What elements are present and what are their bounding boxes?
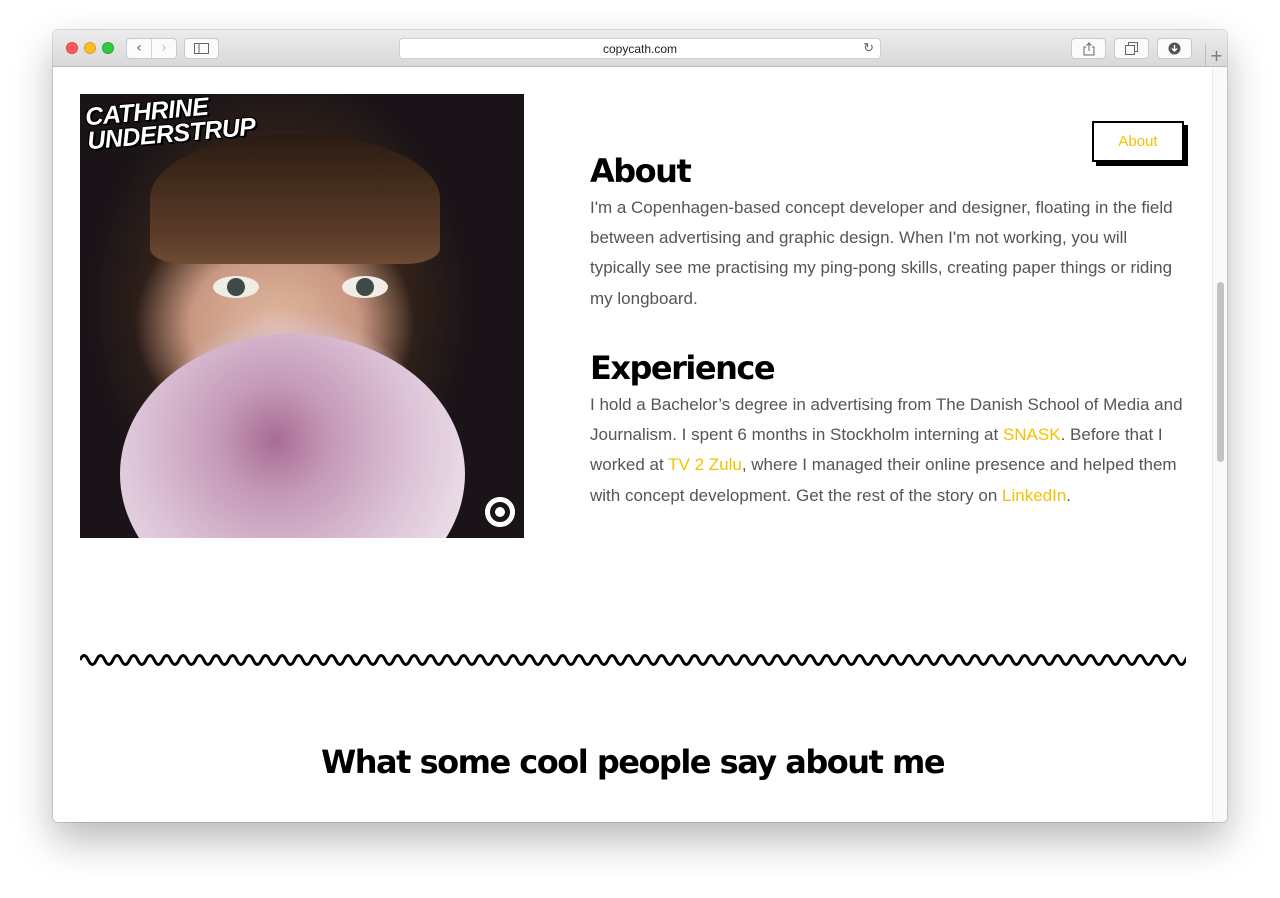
sidebar-toggle-button[interactable]: [184, 38, 219, 59]
scrollbar-thumb[interactable]: [1217, 282, 1224, 462]
linkedin-link[interactable]: LinkedIn: [1002, 486, 1066, 505]
close-window-button[interactable]: [66, 42, 78, 54]
address-bar[interactable]: copycath.com ↻: [399, 38, 881, 59]
photo-eye: [213, 276, 259, 298]
about-text: I'm a Copenhagen-based concept developer…: [590, 198, 1173, 308]
browser-toolbar: ‹ › copycath.com ↻ +: [53, 30, 1227, 67]
snask-link[interactable]: SNASK: [1003, 425, 1061, 444]
share-button[interactable]: [1071, 38, 1106, 59]
experience-text: I hold a Bachelor’s degree in advertisin…: [590, 390, 1190, 511]
reload-icon[interactable]: ↻: [863, 40, 874, 56]
minimize-window-button[interactable]: [84, 42, 96, 54]
testimonials-heading: What some cool people say about me: [320, 743, 946, 781]
tab-overview-button[interactable]: [1114, 38, 1149, 59]
share-icon: [1083, 41, 1094, 55]
browser-window: ‹ › copycath.com ↻ + CATHRINE UNDERSTRUP…: [53, 30, 1227, 822]
new-tab-button[interactable]: +: [1205, 44, 1227, 67]
photo-eye: [342, 276, 388, 298]
wavy-divider: [80, 654, 1186, 666]
downloads-button[interactable]: [1157, 38, 1192, 59]
profile-photo: CATHRINE UNDERSTRUP: [80, 94, 524, 538]
experience-text-part: .: [1066, 485, 1072, 505]
page-content: CATHRINE UNDERSTRUP About About I'm a Co…: [53, 67, 1227, 822]
scrollbar[interactable]: [1212, 67, 1227, 822]
tabs-icon: [1125, 42, 1138, 55]
sidebar-icon: [194, 43, 209, 54]
instagram-icon[interactable]: [485, 497, 515, 527]
url-text: copycath.com: [602, 41, 678, 56]
forward-icon[interactable]: ›: [152, 39, 176, 58]
zoom-window-button[interactable]: [102, 42, 114, 54]
history-nav: ‹ ›: [126, 38, 177, 59]
about-nav-button[interactable]: About: [1092, 121, 1184, 162]
photo-bubblegum: [120, 334, 465, 538]
about-heading: About: [590, 152, 692, 190]
photo-hair: [150, 134, 440, 264]
experience-heading: Experience: [590, 349, 776, 387]
tv2-zulu-link[interactable]: TV 2 Zulu: [668, 455, 742, 474]
download-icon: [1168, 42, 1181, 55]
back-icon[interactable]: ‹: [127, 39, 151, 58]
